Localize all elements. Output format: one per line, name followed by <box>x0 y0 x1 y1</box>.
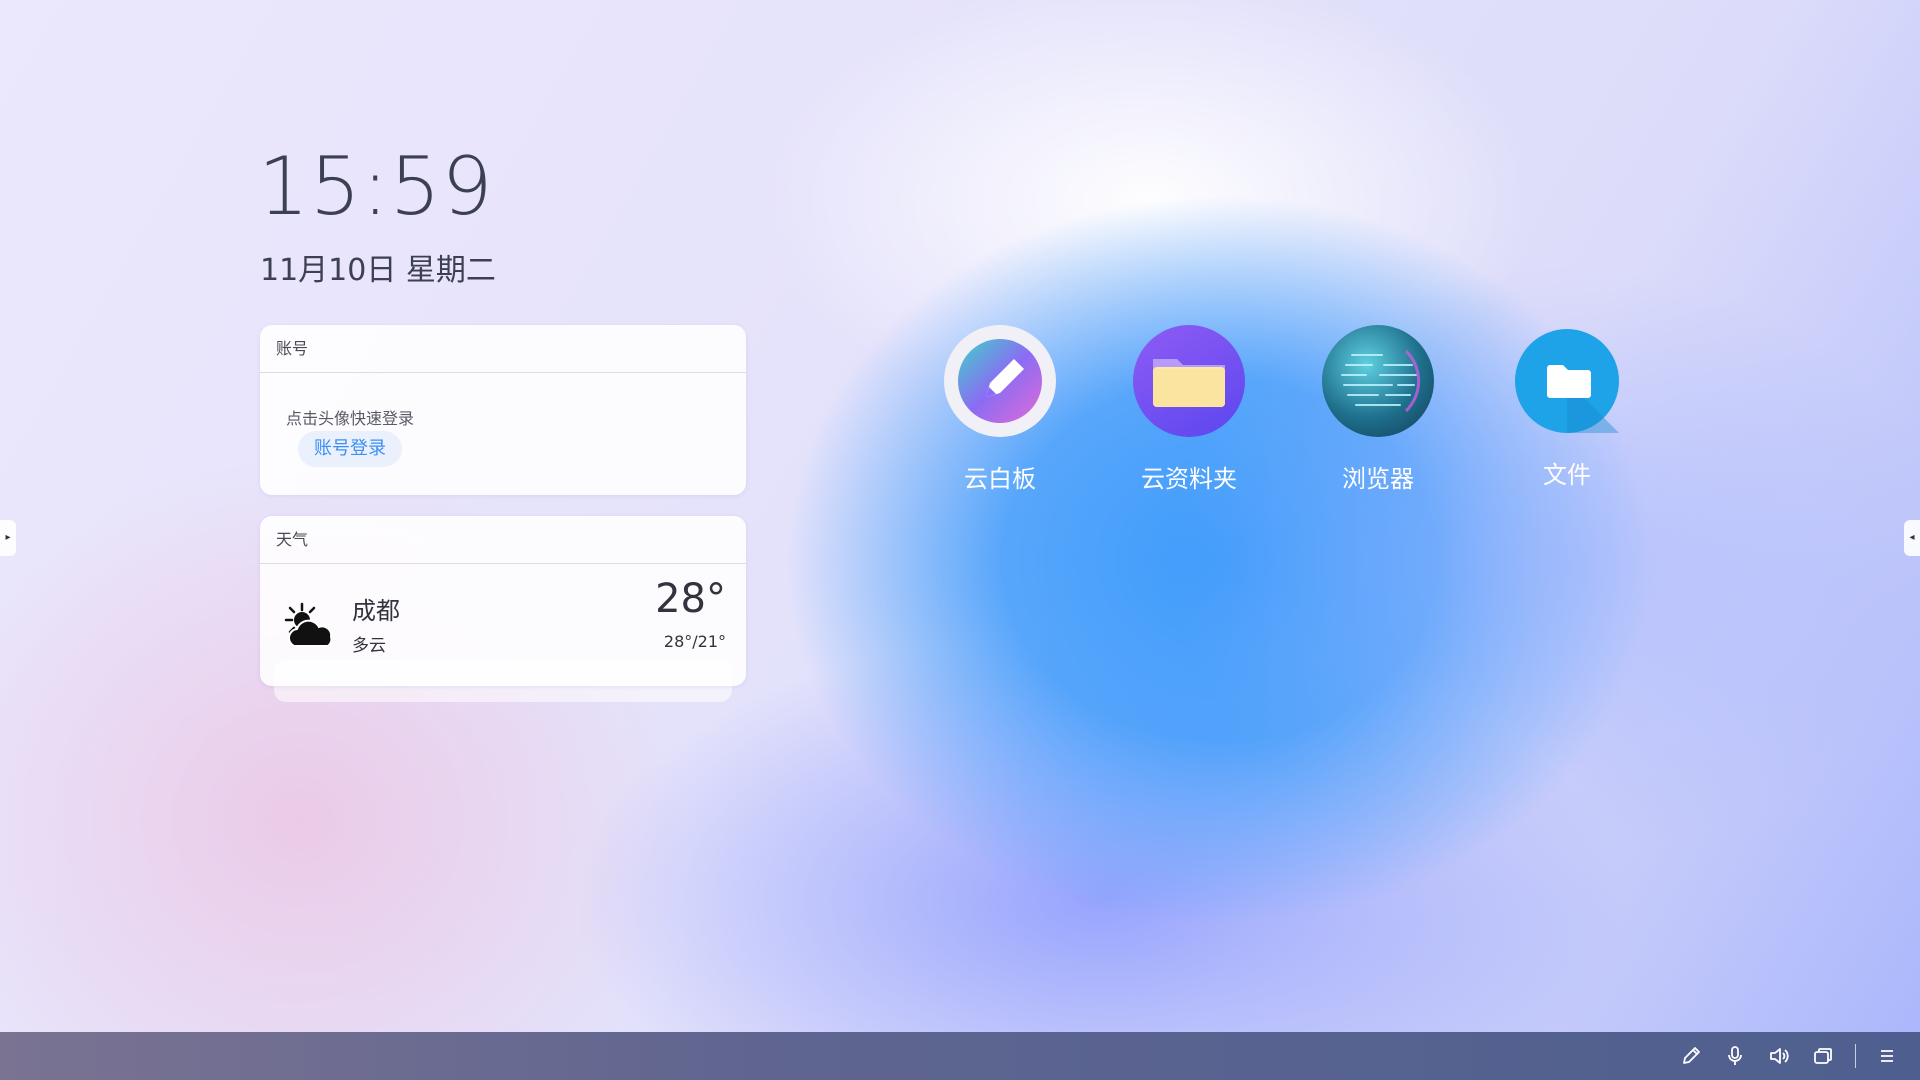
app-files[interactable]: 文件 <box>1487 325 1647 490</box>
app-whiteboard-label: 云白板 <box>964 465 1036 493</box>
partly-cloudy-icon <box>280 600 336 660</box>
files-icon <box>1515 329 1619 433</box>
pen-icon[interactable] <box>1677 1042 1705 1070</box>
windows-icon[interactable] <box>1809 1042 1837 1070</box>
whiteboard-icon <box>944 325 1056 437</box>
left-panel-handle[interactable]: ▸ <box>0 520 16 556</box>
right-panel-handle[interactable]: ◂ <box>1904 520 1920 556</box>
clock-date: 11月10日 星期二 <box>260 253 496 288</box>
app-browser[interactable]: 浏览器 <box>1298 325 1458 494</box>
taskbar-divider <box>1855 1044 1856 1068</box>
account-widget-title: 账号 <box>260 325 746 373</box>
app-whiteboard[interactable]: 云白板 <box>920 325 1080 494</box>
weather-widget[interactable]: 天气 成都 多云 28° 28°/21° <box>260 516 746 686</box>
folder-icon <box>1133 325 1245 437</box>
account-login-hint: 点击头像快速登录 <box>286 409 415 428</box>
weather-temperature-range: 28°/21° <box>663 632 726 651</box>
volume-icon[interactable] <box>1765 1042 1793 1070</box>
account-widget: 账号 点击头像快速登录 账号登录 <box>260 325 746 495</box>
menu-icon[interactable] <box>1873 1042 1901 1070</box>
taskbar <box>0 1032 1920 1080</box>
app-files-label: 文件 <box>1543 461 1591 489</box>
app-cloud-folder-label: 云资料夹 <box>1141 465 1237 493</box>
microphone-icon[interactable] <box>1721 1042 1749 1070</box>
weather-city: 成都 <box>352 597 400 625</box>
account-login-button[interactable]: 账号登录 <box>298 431 402 467</box>
app-browser-label: 浏览器 <box>1342 465 1414 493</box>
weather-widget-title: 天气 <box>260 516 746 564</box>
weather-temperature: 28° <box>655 576 726 622</box>
app-cloud-folder[interactable]: 云资料夹 <box>1109 325 1269 494</box>
weather-condition: 多云 <box>352 636 386 656</box>
clock-time: 15:59 <box>258 140 494 233</box>
globe-icon <box>1322 325 1434 437</box>
